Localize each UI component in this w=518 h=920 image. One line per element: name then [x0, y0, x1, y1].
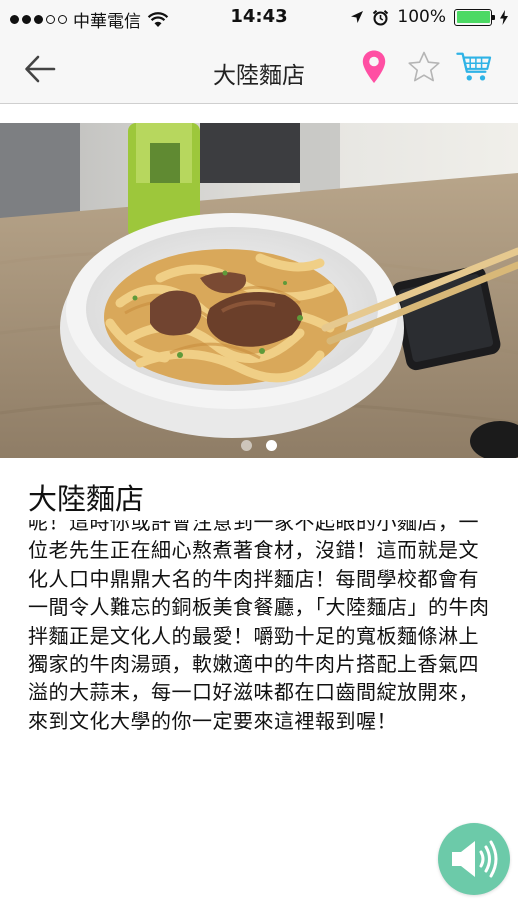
restaurant-name: 大陸麵店 [28, 482, 145, 516]
shopping-cart-icon [456, 52, 492, 81]
battery-icon [454, 8, 495, 26]
speaker-icon [452, 840, 498, 878]
favorite-button[interactable] [406, 48, 442, 86]
noodle-bowl-photo [0, 123, 518, 458]
battery-percent: 100% [397, 7, 446, 27]
status-bar: 中華電信 14:43 100% [0, 0, 518, 34]
restaurant-photo[interactable] [0, 123, 518, 458]
location-services-icon [351, 11, 364, 23]
status-right: 100% [350, 7, 508, 27]
cart-button[interactable] [456, 48, 492, 86]
alarm-icon [373, 9, 389, 25]
map-pin-icon [362, 50, 386, 83]
star-icon [408, 51, 440, 82]
photo-pager [0, 440, 518, 451]
description-scroll[interactable]: 呢！這時你或許會注意到一家不起眼的小麵店，一位老先生正在細心熬煮著食材，沒錯！這… [28, 520, 496, 780]
nav-actions [356, 48, 492, 86]
navigation-bar: 大陸麵店 [0, 34, 518, 104]
restaurant-description: 呢！這時你或許會注意到一家不起眼的小麵店，一位老先生正在細心熬煮著食材，沒錯！這… [28, 520, 490, 733]
pager-dot-1[interactable] [241, 440, 252, 451]
charging-bolt-icon [500, 9, 508, 25]
location-button[interactable] [356, 48, 392, 86]
pager-dot-2[interactable] [266, 440, 277, 451]
audio-guide-button[interactable] [438, 823, 510, 895]
